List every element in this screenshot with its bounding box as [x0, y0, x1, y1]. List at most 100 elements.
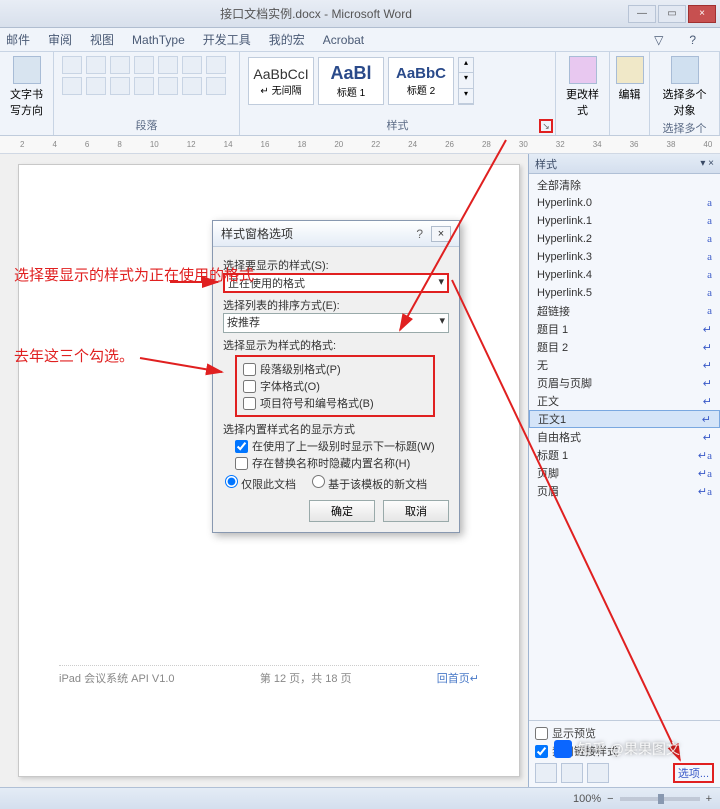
tab-acrobat[interactable]: Acrobat [323, 33, 364, 47]
styles-pane-header: 样式 ▾ × [529, 154, 720, 174]
align-left-button[interactable] [62, 77, 82, 95]
chk-show-next-heading[interactable]: 在使用了上一级别时显示下一标题(W) [235, 438, 449, 454]
select-objects-button[interactable]: 选择多个对象 [658, 56, 711, 118]
status-bar: 100% − + [0, 787, 720, 809]
showmarks-button[interactable] [206, 56, 226, 74]
minimize-button[interactable]: — [628, 5, 656, 23]
zoom-in-button[interactable]: + [706, 793, 712, 805]
cancel-button[interactable]: 取消 [383, 500, 449, 522]
group-styles: AaBbCcI ↵ 无间隔 AaBl 标题 1 AaBbC 标题 2 ▴▾▾ 样… [240, 52, 556, 135]
group-select: 选择多个对象 选择多个对象 [650, 52, 720, 135]
select-styles-to-show[interactable]: 正在使用的格式▾ [223, 273, 449, 293]
new-style-button[interactable] [535, 763, 557, 783]
zoom-level[interactable]: 100% [573, 793, 601, 805]
chk-bullet-number[interactable]: 项目符号和编号格式(B) [243, 395, 427, 411]
tab-developer[interactable]: 开发工具 [203, 31, 251, 48]
watermark: 知乎 @果果图文 [554, 739, 680, 759]
text-direction-icon [13, 56, 41, 84]
style-list-item[interactable]: Hyperlink.3a [529, 248, 720, 266]
annotation-1: 选择要显示的样式为正在使用的格式 [14, 265, 254, 286]
align-center-button[interactable] [86, 77, 106, 95]
style-list-item[interactable]: 页眉与页脚↵ [529, 374, 720, 392]
select-sort-method[interactable]: 按推荐▾ [223, 313, 449, 333]
text-direction-button[interactable]: 文字书写方向 [8, 56, 45, 118]
styles-pane: 样式 ▾ × 全部清除Hyperlink.0aHyperlink.1aHyper… [528, 154, 720, 787]
chk-hide-builtin[interactable]: 存在替换名称时隐藏内置名称(H) [235, 455, 449, 471]
radio-template[interactable]: 基于该模板的新文档 [312, 475, 427, 492]
group-changestyles: 更改样式 [556, 52, 610, 135]
titlebar: 接口文档实例.docx - Microsoft Word — ▭ × [0, 0, 720, 28]
zhihu-logo-icon [554, 740, 572, 758]
page-footer: iPad 会议系统 API V1.0 第 12 页，共 18 页 回首页↵ [59, 665, 479, 686]
radio-this-doc[interactable]: 仅限此文档 [225, 475, 296, 492]
style-list-item[interactable]: 题目 1↵ [529, 320, 720, 338]
borders-button[interactable] [206, 77, 226, 95]
select-icon [671, 56, 699, 84]
sort-button[interactable] [182, 56, 202, 74]
change-styles-icon [569, 56, 597, 84]
bullets-button[interactable] [62, 56, 82, 74]
style-list-item[interactable]: 超链接a [529, 302, 720, 320]
manage-styles-button[interactable] [587, 763, 609, 783]
dialog-close-button[interactable]: × [431, 226, 451, 242]
style-item-nospacing[interactable]: AaBbCcI ↵ 无间隔 [248, 57, 314, 105]
style-item-heading1[interactable]: AaBl 标题 1 [318, 57, 384, 105]
styles-list[interactable]: 全部清除Hyperlink.0aHyperlink.1aHyperlink.2a… [529, 174, 720, 720]
style-list-item[interactable]: 正文↵ [529, 392, 720, 410]
indent-dec-button[interactable] [134, 56, 154, 74]
ribbon-expand-icon[interactable]: ▽ [654, 33, 663, 47]
style-list-item[interactable]: Hyperlink.1a [529, 212, 720, 230]
style-gallery-more[interactable]: ▴▾▾ [458, 57, 474, 105]
help-icon[interactable]: ? [689, 33, 696, 47]
style-list-item[interactable]: 全部清除 [529, 176, 720, 194]
style-list-item[interactable]: 页脚↵a [529, 464, 720, 482]
tab-mail[interactable]: 邮件 [6, 31, 30, 48]
style-list-item[interactable]: Hyperlink.4a [529, 266, 720, 284]
footer-center: 第 12 页，共 18 页 [175, 670, 437, 686]
zoom-slider[interactable] [620, 797, 700, 801]
style-list-item[interactable]: Hyperlink.0a [529, 194, 720, 212]
ruler[interactable]: 24681012141618202224262830323436384042 [0, 136, 720, 154]
dialog-titlebar[interactable]: 样式窗格选项 ? × [213, 221, 459, 247]
change-styles-button[interactable]: 更改样式 [564, 56, 601, 118]
edit-button[interactable]: 编辑 [616, 56, 644, 102]
lbl-show: 选择要显示的样式(S): [223, 257, 449, 273]
styles-options-link[interactable]: 选项... [673, 763, 714, 783]
styles-pane-close[interactable]: ▾ × [700, 158, 714, 169]
close-button[interactable]: × [688, 5, 716, 23]
align-justify-button[interactable] [134, 77, 154, 95]
maximize-button[interactable]: ▭ [658, 5, 686, 23]
align-right-button[interactable] [110, 77, 130, 95]
style-list-item[interactable]: 正文1↵ [529, 410, 720, 428]
tab-view[interactable]: 视图 [90, 31, 114, 48]
chk-paragraph-level[interactable]: 段落级别格式(P) [243, 361, 427, 377]
zoom-out-button[interactable]: − [607, 793, 613, 805]
ok-button[interactable]: 确定 [309, 500, 375, 522]
dialog-help-icon[interactable]: ? [416, 227, 423, 241]
styles-dialog-launcher[interactable]: ↘ [539, 119, 553, 133]
lbl-asstyle: 选择显示为样式的格式: [223, 337, 449, 353]
style-list-item[interactable]: Hyperlink.5a [529, 284, 720, 302]
shading-button[interactable] [182, 77, 202, 95]
multilevel-button[interactable] [110, 56, 130, 74]
footer-link[interactable]: 回首页↵ [437, 673, 479, 685]
annotation-2: 去年这三个勾选。 [14, 346, 134, 367]
style-list-item[interactable]: 标题 1↵a [529, 446, 720, 464]
style-item-heading2[interactable]: AaBbC 标题 2 [388, 57, 454, 105]
numbering-button[interactable] [86, 56, 106, 74]
style-list-item[interactable]: 页眉↵a [529, 482, 720, 500]
style-inspector-button[interactable] [561, 763, 583, 783]
lbl-builtin: 选择内置样式名的显示方式 [223, 421, 449, 437]
style-list-item[interactable]: 题目 2↵ [529, 338, 720, 356]
format-checkboxes: 段落级别格式(P) 字体格式(O) 项目符号和编号格式(B) [235, 355, 435, 417]
linespacing-button[interactable] [158, 77, 178, 95]
indent-inc-button[interactable] [158, 56, 178, 74]
tab-review[interactable]: 审阅 [48, 31, 72, 48]
find-icon [616, 56, 644, 84]
style-list-item[interactable]: 无↵ [529, 356, 720, 374]
tab-mymacro[interactable]: 我的宏 [269, 31, 305, 48]
style-list-item[interactable]: 自由格式↵ [529, 428, 720, 446]
chk-font-format[interactable]: 字体格式(O) [243, 378, 427, 394]
tab-mathtype[interactable]: MathType [132, 33, 185, 47]
style-list-item[interactable]: Hyperlink.2a [529, 230, 720, 248]
